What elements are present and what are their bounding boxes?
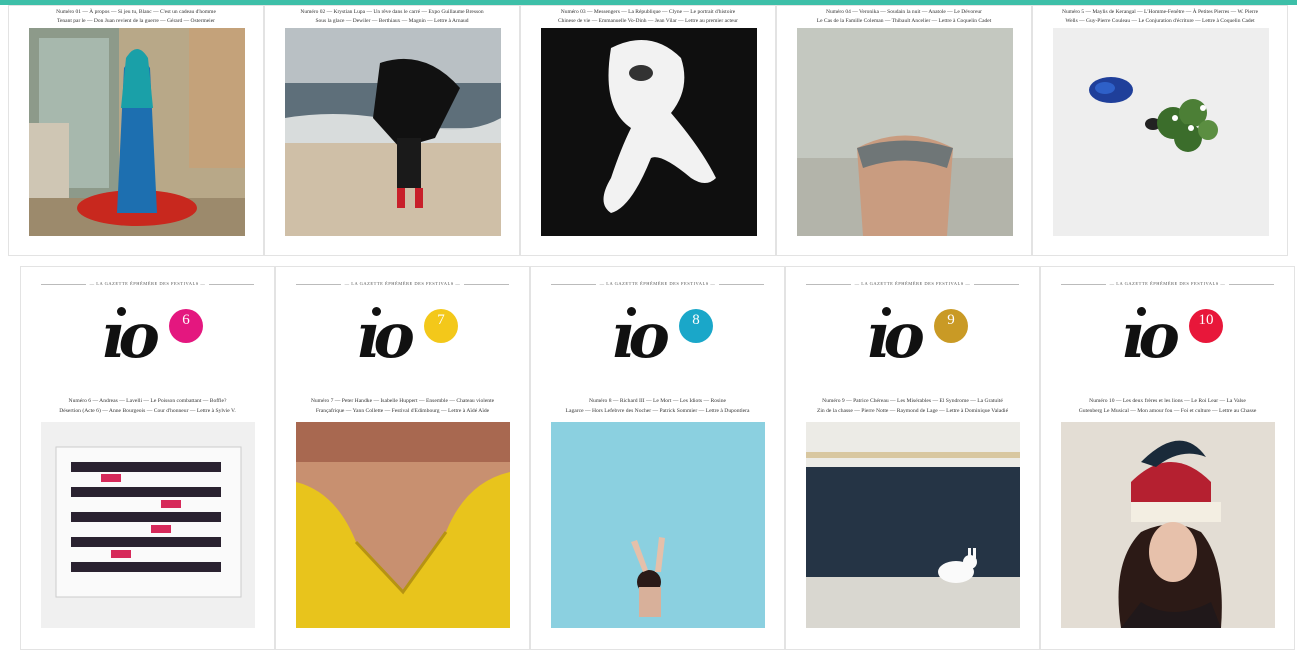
issue-number: 8 [692, 312, 700, 328]
headline-line: Numéro 10 — Les deux frères et les lions… [1089, 398, 1246, 404]
issue-number-badge: 9 [934, 309, 968, 343]
cover-card-issue-7[interactable]: — LA GAZETTE ÉPHÉMÈRE DES FESTIVALS — ıo… [275, 266, 530, 650]
headline-line: Tenant par le — Don Juan revient de la g… [57, 18, 215, 24]
headline-text: Numéro 02 — Krystian Lupa — Un rêve dans… [300, 9, 484, 15]
issue-number-badge: 7 [424, 309, 458, 343]
cover-headlines: Numéro 6 — Andreas — Lavelli — Le Poisso… [31, 397, 264, 416]
io-logo: ıo [101, 299, 160, 372]
cover-headlines: Numéro 5 — Maylis de Kerangal — L'Homme-… [1041, 8, 1279, 26]
cover-photo [296, 422, 510, 628]
headline-line: Désertion (Acte 6) — Anne Bourgeois — Co… [59, 407, 236, 414]
cover-photo [797, 28, 1013, 236]
masthead-title: — LA GAZETTE ÉPHÉMÈRE DES FESTIVALS — [85, 281, 210, 286]
headline-line: Françafrique — Yann Collette — Festival … [315, 407, 490, 414]
issue-number: 7 [437, 312, 445, 328]
cover-card[interactable]: Numéro 5 — Maylis de Kerangal — L'Homme-… [1032, 5, 1288, 256]
cover-headlines: Numéro 04 — Veronika — Soudain la nuit —… [785, 8, 1023, 26]
masthead: — LA GAZETTE ÉPHÉMÈRE DES FESTIVALS — [296, 281, 509, 286]
covers-row-2: — LA GAZETTE ÉPHÉMÈRE DES FESTIVALS — ıo… [20, 266, 1295, 650]
cover-photo [806, 422, 1020, 628]
cover-card[interactable]: Numéro 01 — À propos — Si jeu tu, Blanc … [8, 5, 264, 256]
headline-line: Wells — Guy-Pierre Couleau — Le Conjurat… [1065, 18, 1255, 24]
headline-line: Numéro 5 — Maylis de Kerangal — L'Homme-… [1061, 9, 1259, 15]
issue-number-badge: 10 [1189, 309, 1223, 343]
cover-card-issue-9[interactable]: — LA GAZETTE ÉPHÉMÈRE DES FESTIVALS — ıo… [785, 266, 1040, 650]
cover-headlines: Numéro 8 — Richard III — Le Mort — Les I… [541, 397, 774, 416]
masthead: — LA GAZETTE ÉPHÉMÈRE DES FESTIVALS — [551, 281, 764, 286]
headline-line: Numéro 6 — Andreas — Lavelli — Le Poisso… [68, 398, 227, 404]
cover-photo [1053, 28, 1269, 236]
cover-card-issue-10[interactable]: — LA GAZETTE ÉPHÉMÈRE DES FESTIVALS — ıo… [1040, 266, 1295, 650]
headline-line: Numéro 01 — À propos — Si jeu tu, Blanc … [56, 9, 216, 15]
masthead: — LA GAZETTE ÉPHÉMÈRE DES FESTIVALS — [806, 281, 1019, 286]
headline-line: Numéro 03 — Messengers — La République —… [560, 9, 736, 15]
cover-photo [551, 422, 765, 628]
headline-line: Numéro 8 — Richard III — Le Mort — Les I… [588, 398, 727, 404]
cover-headlines: Numéro 10 — Les deux frères et les lions… [1051, 397, 1284, 416]
io-logo: ıo [866, 299, 925, 372]
headline-line: Numéro 9 — Patrice Chéreau — Les Misérab… [822, 398, 1003, 404]
issue-number: 6 [182, 312, 190, 328]
cover-headlines: Numéro 01 — À propos — Si jeu tu, Blanc … [17, 8, 255, 26]
io-logo: ıo [356, 299, 415, 372]
headline-line: Zin de la chasse — Pierre Notte — Raymon… [816, 407, 1009, 414]
cover-photo [41, 422, 255, 628]
cover-headlines: Numéro 9 — Patrice Chéreau — Les Misérab… [796, 397, 1029, 416]
cover-headlines: Numéro 7 — Peter Handke — Isabelle Huppe… [286, 397, 519, 416]
headline-line: Sous la glace — Dewiler — Berthiaux — Ma… [315, 18, 469, 24]
masthead-title: — LA GAZETTE ÉPHÉMÈRE DES FESTIVALS — [850, 281, 975, 286]
masthead-title: — LA GAZETTE ÉPHÉMÈRE DES FESTIVALS — [340, 281, 465, 286]
cover-card[interactable]: Numéro 02 — Krystian Lupa — Un rêve dans… [264, 5, 520, 256]
io-logo: ıo [1121, 299, 1180, 372]
cover-photo [285, 28, 501, 236]
masthead-title: — LA GAZETTE ÉPHÉMÈRE DES FESTIVALS — [1105, 281, 1230, 286]
io-logo: ıo [611, 299, 670, 372]
issue-number-badge: 8 [679, 309, 713, 343]
headline-line: Gutenberg Le Musical — Mon amour fou — F… [1078, 407, 1257, 414]
headline-line: Chinese de vie — Emmanuelle Vo-Dinh — Je… [557, 18, 739, 24]
headline-line: Numéro 04 — Veronika — Soudain la nuit —… [825, 9, 982, 15]
cover-photo [541, 28, 757, 236]
issue-number-badge: 6 [169, 309, 203, 343]
masthead: — LA GAZETTE ÉPHÉMÈRE DES FESTIVALS — [1061, 281, 1274, 286]
headline-line: Numéro 02 — Krystian Lupa — Un rêve dans… [273, 8, 511, 17]
masthead-title: — LA GAZETTE ÉPHÉMÈRE DES FESTIVALS — [595, 281, 720, 286]
cover-photo [1061, 422, 1275, 628]
cover-card-issue-8[interactable]: — LA GAZETTE ÉPHÉMÈRE DES FESTIVALS — ıo… [530, 266, 785, 650]
issue-number: 10 [1198, 312, 1214, 328]
cover-card-issue-6[interactable]: — LA GAZETTE ÉPHÉMÈRE DES FESTIVALS — ıo… [20, 266, 275, 650]
headline-line: Le Cas de la Famille Coleman — Thibault … [816, 18, 992, 24]
cover-card[interactable]: Numéro 04 — Veronika — Soudain la nuit —… [776, 5, 1032, 256]
issue-number: 9 [947, 312, 955, 328]
masthead: — LA GAZETTE ÉPHÉMÈRE DES FESTIVALS — [41, 281, 254, 286]
headline-line: Lagarce — Hors Lefebvre des Nocher — Pat… [565, 407, 750, 414]
cover-photo [29, 28, 245, 236]
cover-headlines: Numéro 02 — Krystian Lupa — Un rêve dans… [273, 8, 511, 26]
headline-line: Numéro 7 — Peter Handke — Isabelle Huppe… [310, 398, 495, 404]
covers-row-1: Numéro 01 — À propos — Si jeu tu, Blanc … [8, 5, 1288, 256]
cover-headlines: Numéro 03 — Messengers — La République —… [529, 8, 767, 26]
cover-card[interactable]: Numéro 03 — Messengers — La République —… [520, 5, 776, 256]
